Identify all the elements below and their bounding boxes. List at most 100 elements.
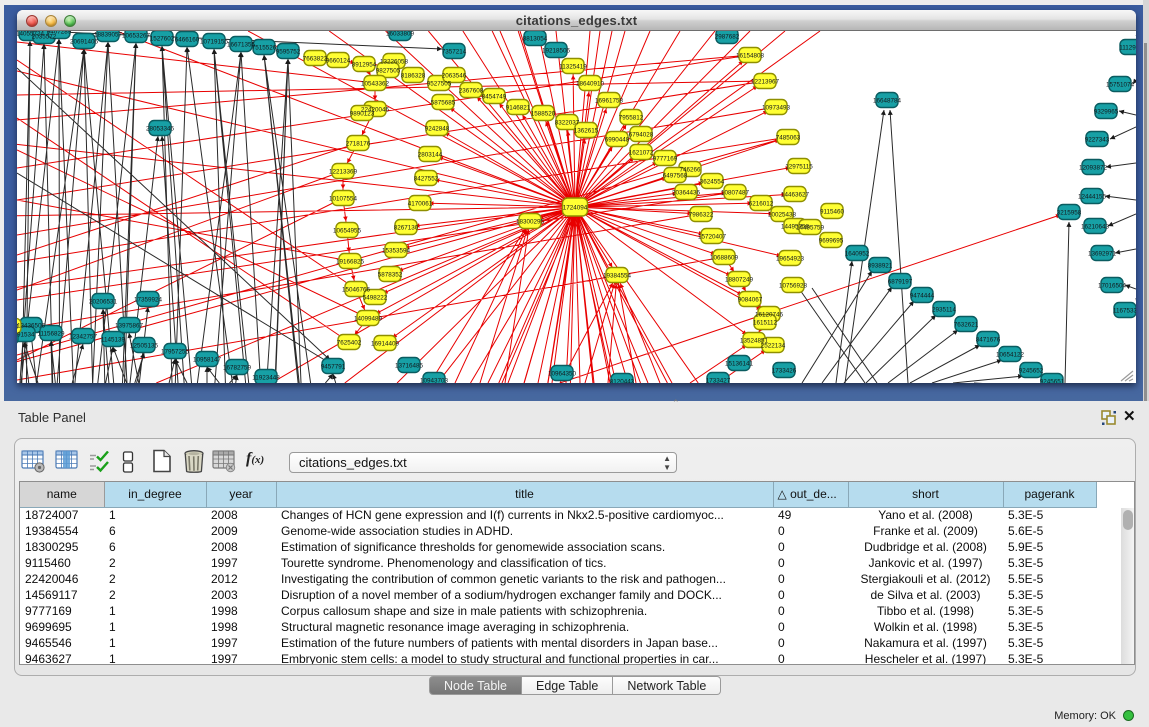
svg-text:17359924: 17359924: [134, 297, 163, 304]
svg-text:16648784: 16648784: [873, 98, 902, 105]
svg-text:15136141: 15136141: [725, 361, 754, 368]
svg-text:9660124: 9660124: [326, 58, 351, 65]
svg-text:10964350: 10964350: [548, 371, 577, 378]
svg-text:12342757: 12342757: [69, 334, 98, 341]
svg-text:10807487: 10807487: [721, 190, 750, 197]
svg-text:18839057: 18839057: [94, 32, 123, 39]
svg-text:6466160: 6466160: [175, 37, 200, 44]
svg-text:1362615: 1362615: [574, 128, 599, 135]
svg-text:2718176: 2718176: [346, 141, 371, 148]
svg-text:1588520: 1588520: [531, 111, 556, 118]
svg-text:9329965: 9329965: [1094, 109, 1119, 116]
svg-text:5498222: 5498222: [363, 295, 388, 302]
svg-text:15751074: 15751074: [1106, 82, 1135, 89]
svg-text:16210643: 16210643: [1081, 224, 1110, 231]
svg-text:10543362: 10543362: [361, 81, 390, 88]
svg-text:8427552: 8427552: [414, 176, 439, 183]
svg-text:12213967: 12213967: [751, 79, 780, 86]
svg-text:8120443: 8120443: [610, 379, 635, 384]
svg-text:15353594: 15353594: [382, 248, 411, 255]
svg-text:10688609: 10688609: [710, 255, 739, 262]
svg-text:12975115: 12975115: [785, 164, 813, 171]
svg-text:19384554: 19384554: [603, 273, 632, 280]
svg-text:6216012: 6216012: [749, 201, 774, 208]
svg-text:16033809: 16033809: [386, 31, 415, 38]
svg-text:1615112: 1615112: [753, 320, 778, 327]
svg-text:17016504: 17016504: [1098, 283, 1127, 290]
svg-text:9777169: 9777169: [653, 156, 678, 163]
svg-text:10943703: 10943703: [420, 378, 449, 384]
svg-text:7663822: 7663822: [303, 56, 328, 63]
svg-text:1145139: 1145139: [101, 337, 126, 344]
svg-text:2803144: 2803144: [418, 152, 443, 159]
svg-text:6879197: 6879197: [888, 279, 913, 286]
svg-text:5878352: 5878352: [378, 272, 403, 279]
svg-text:16914409: 16914409: [371, 341, 400, 348]
svg-text:2935114: 2935114: [932, 307, 957, 314]
svg-text:19166825: 19166825: [336, 259, 365, 266]
svg-text:6990448: 6990448: [605, 137, 630, 144]
svg-text:16961758: 16961758: [595, 98, 624, 105]
svg-text:14495759: 14495759: [796, 225, 825, 232]
svg-text:12213369: 12213369: [329, 169, 358, 176]
svg-text:1167533: 1167533: [1113, 308, 1136, 315]
svg-text:7485063: 7485063: [776, 135, 801, 142]
svg-text:391534: 391534: [17, 332, 35, 339]
svg-text:13436506: 13436506: [17, 323, 45, 330]
svg-text:4170061: 4170061: [408, 201, 433, 208]
svg-text:8267130: 8267130: [394, 225, 419, 232]
svg-text:7625402: 7625402: [337, 340, 362, 347]
svg-text:20206531: 20206531: [89, 299, 118, 306]
svg-text:9699695: 9699695: [819, 238, 844, 245]
svg-text:2987682: 2987682: [715, 34, 740, 41]
svg-text:2063546: 2063546: [442, 73, 467, 80]
svg-text:16154808: 16154808: [736, 53, 765, 60]
svg-text:7986322: 7986322: [689, 212, 714, 219]
svg-text:13692971: 13692971: [1088, 251, 1117, 258]
svg-text:16120746: 16120746: [755, 312, 784, 319]
svg-text:15046766: 15046766: [342, 287, 371, 294]
svg-text:9474444: 9474444: [910, 293, 935, 300]
svg-text:8912954: 8912954: [352, 62, 377, 69]
svg-text:7955812: 7955812: [619, 115, 644, 122]
svg-text:10653267: 10653267: [122, 33, 151, 40]
svg-text:2522134: 2522134: [761, 343, 786, 350]
svg-text:9245652: 9245652: [1019, 368, 1044, 375]
svg-text:11156829: 11156829: [37, 331, 65, 338]
svg-text:1733426: 1733426: [772, 368, 797, 375]
svg-text:13716485: 13716485: [395, 363, 424, 370]
svg-text:8938921: 8938921: [868, 263, 893, 270]
svg-text:10973493: 10973493: [762, 105, 791, 112]
svg-text:9890123: 9890123: [350, 111, 375, 118]
svg-text:11325419: 11325419: [559, 64, 587, 71]
svg-text:1724094: 1724094: [563, 205, 588, 212]
svg-text:9115460: 9115460: [820, 209, 845, 216]
svg-text:20691406: 20691406: [70, 39, 99, 46]
svg-text:8471676: 8471676: [976, 337, 1001, 344]
svg-text:12505135: 12505135: [130, 343, 159, 350]
svg-text:1621072: 1621072: [629, 150, 654, 157]
svg-text:13226058: 13226058: [380, 59, 409, 66]
svg-text:1640952: 1640952: [845, 251, 870, 258]
svg-text:11923448: 11923448: [252, 375, 280, 382]
svg-text:8186328: 8186328: [401, 73, 426, 80]
svg-text:10719155: 10719155: [200, 39, 229, 46]
svg-text:9227343: 9227343: [1085, 137, 1110, 144]
svg-text:3624554: 3624554: [700, 179, 725, 186]
svg-text:18640910: 18640910: [576, 81, 605, 88]
svg-text:9146821: 9146821: [506, 105, 531, 112]
svg-text:19654923: 19654923: [776, 256, 805, 263]
svg-text:7632621: 7632621: [954, 322, 979, 329]
svg-text:20364436: 20364436: [672, 190, 701, 197]
svg-text:9527505: 9527505: [427, 81, 452, 88]
svg-text:10654955: 10654955: [333, 228, 362, 235]
svg-text:9407289: 9407289: [47, 31, 72, 36]
svg-text:28053346: 28053346: [146, 126, 175, 133]
svg-text:14463627: 14463627: [781, 192, 810, 199]
svg-text:10025438: 10025438: [768, 212, 797, 219]
svg-text:9595752: 9595752: [276, 49, 301, 56]
svg-text:9242848: 9242848: [425, 126, 450, 133]
svg-text:6794028: 6794028: [629, 132, 654, 139]
svg-text:2367608: 2367608: [459, 88, 484, 95]
svg-text:18300295: 18300295: [516, 219, 545, 226]
